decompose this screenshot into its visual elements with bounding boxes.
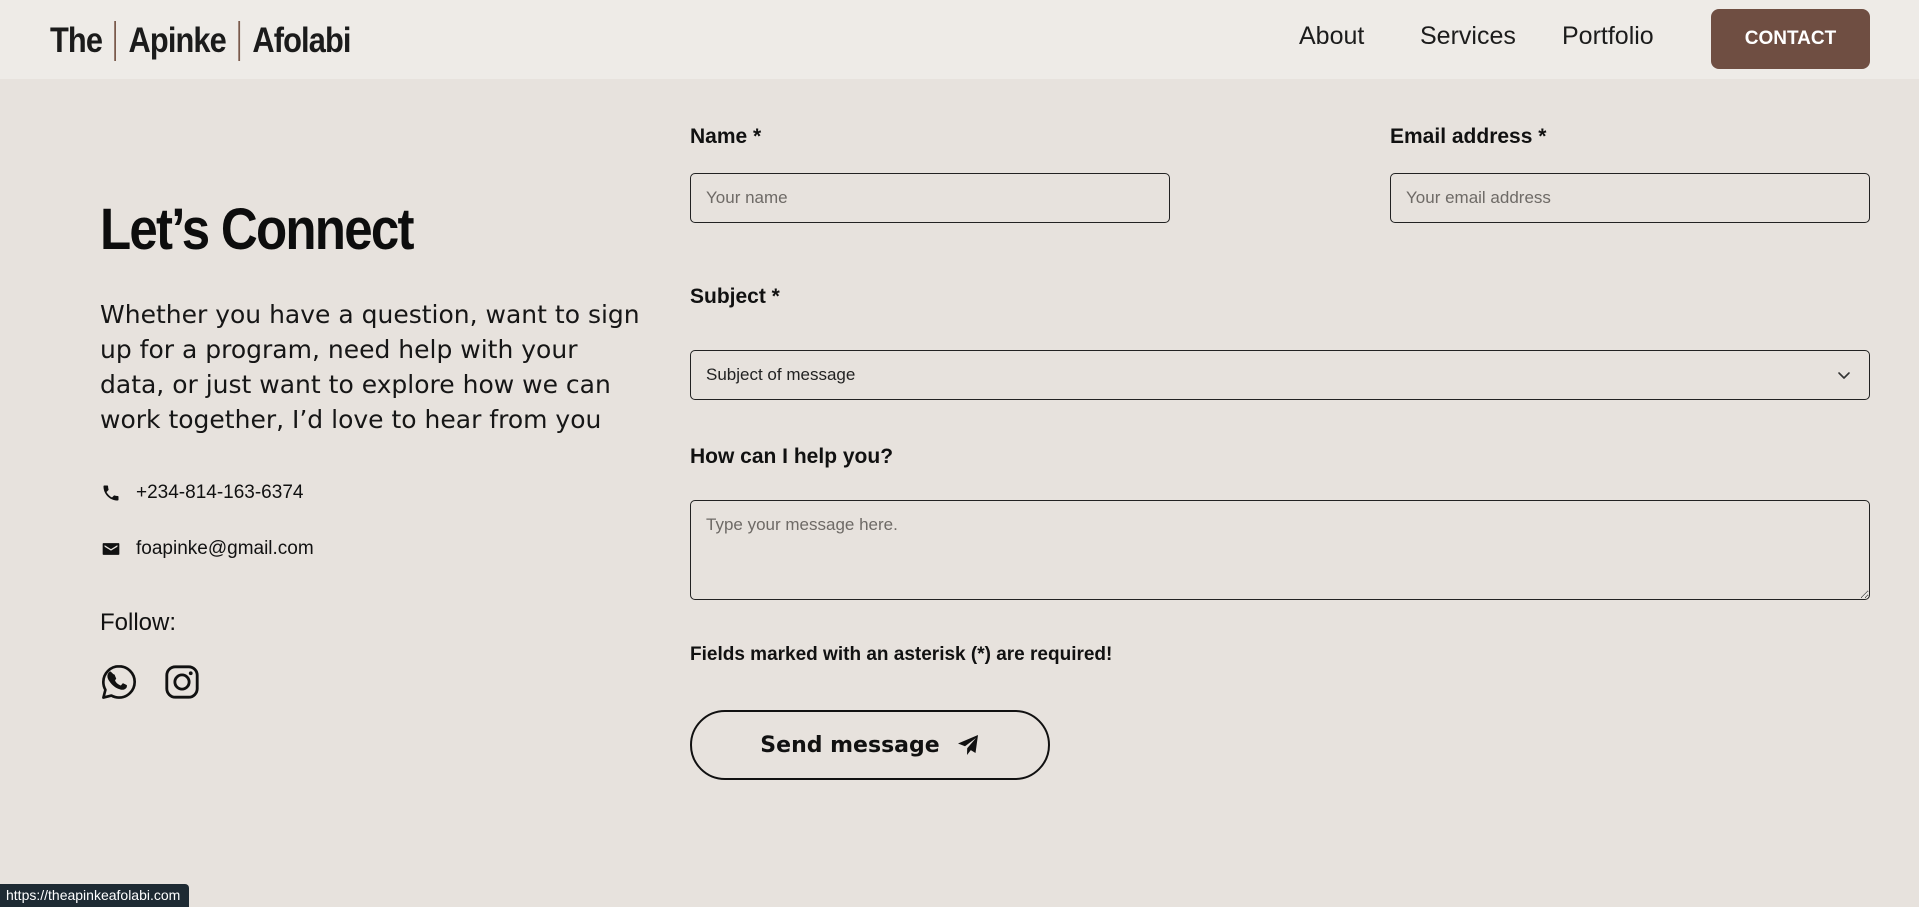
chevron-down-icon — [1836, 367, 1852, 383]
message-textarea[interactable] — [690, 500, 1870, 600]
paper-plane-icon — [956, 733, 980, 757]
nav-link-services[interactable]: Services — [1420, 22, 1516, 51]
name-label: Name * — [690, 125, 762, 148]
subject-selected-value: Subject of message — [706, 365, 856, 384]
phone-contact[interactable]: +234-814-163-6374 — [100, 482, 303, 504]
subject-select[interactable]: Subject of message — [690, 350, 1870, 400]
site-logo[interactable]: The Apinke Afolabi — [50, 18, 351, 64]
contact-button[interactable]: CONTACT — [1711, 9, 1870, 69]
phone-number: +234-814-163-6374 — [136, 482, 304, 503]
send-message-button[interactable]: Send message — [690, 710, 1050, 780]
logo-separator — [238, 21, 241, 61]
required-fields-note: Fields marked with an asterisk (*) are r… — [690, 644, 1113, 665]
name-input[interactable] — [690, 173, 1170, 223]
phone-icon — [100, 482, 122, 504]
follow-heading: Follow: — [100, 609, 177, 636]
nav-link-portfolio[interactable]: Portfolio — [1562, 22, 1654, 51]
nav-link-about[interactable]: About — [1299, 22, 1364, 51]
page-title: Let’s Connect — [100, 197, 414, 262]
intro-paragraph: Whether you have a question, want to sig… — [100, 300, 640, 434]
email-contact[interactable]: foapinke@gmail.com — [100, 538, 314, 560]
logo-word-2: Apinke — [128, 21, 227, 60]
whatsapp-icon[interactable] — [100, 663, 138, 701]
email-input[interactable] — [1390, 173, 1870, 223]
instagram-icon[interactable] — [163, 663, 201, 701]
top-navigation-bar: The Apinke Afolabi About Services Portfo… — [0, 0, 1919, 79]
subject-label: Subject * — [690, 285, 780, 308]
logo-separator — [114, 21, 117, 61]
status-bar-url: https://theapinkeafolabi.com — [0, 884, 190, 907]
logo-word-3: Afolabi — [252, 21, 351, 60]
send-button-label: Send message — [760, 732, 940, 758]
email-label: Email address * — [1390, 125, 1547, 148]
message-label: How can I help you? — [690, 445, 894, 468]
logo-word-1: The — [50, 21, 103, 60]
email-address: foapinke@gmail.com — [136, 538, 314, 559]
mail-icon — [100, 538, 122, 560]
